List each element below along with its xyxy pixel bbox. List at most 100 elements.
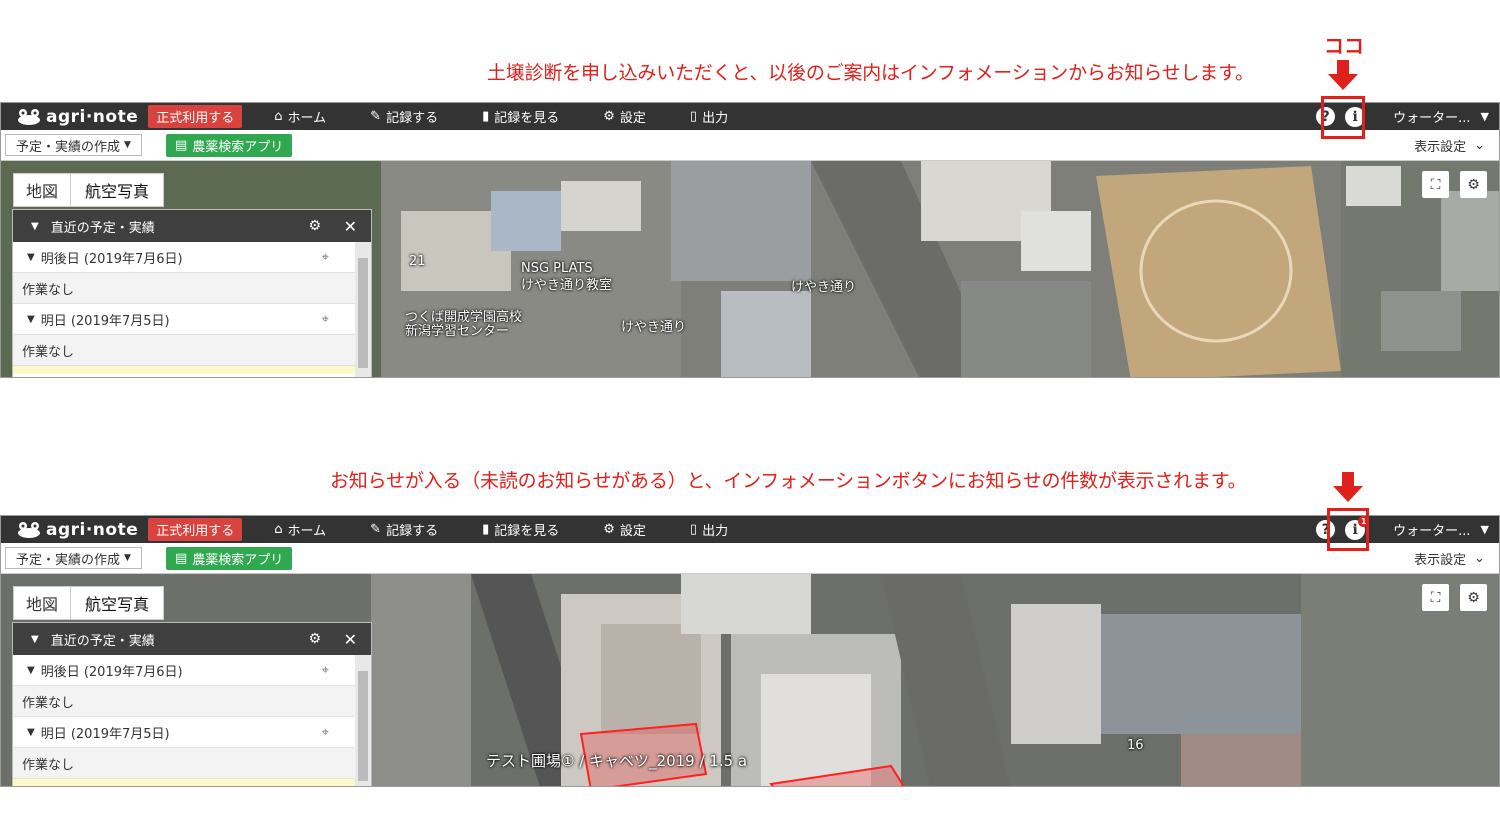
scrollbar[interactable]	[355, 655, 371, 786]
sub-toolbar: 予定・実績の作成 ▼ ▤ 農薬検索アプリ 表示設定 ⌄	[1, 543, 1499, 574]
recent-plans-panel: ▼ 直近の予定・実績 ⚙ ✕ ▼ 明後日 (2019年7月6日) ⌖ 作業なし ▼ 明…	[12, 622, 372, 786]
map-label: けやき通り	[621, 320, 687, 335]
upgrade-badge[interactable]: 正式利用する	[148, 105, 243, 128]
nav-label: ホーム	[287, 524, 327, 539]
triangle-down-icon: ▼	[27, 664, 35, 676]
map-label: けやき通り	[791, 280, 857, 295]
scrollbar[interactable]	[355, 242, 371, 377]
tab-aerial[interactable]: 航空写真	[70, 174, 163, 206]
map-label: 16	[1127, 738, 1144, 753]
triangle-down-icon: ▼	[27, 726, 35, 738]
nav-label: 出力	[702, 524, 729, 539]
nav-view-records[interactable]: ▮ 記録を見る	[482, 520, 559, 539]
gear-icon[interactable]: ⚙	[1460, 584, 1487, 611]
nav-output[interactable]: ▯ 出力	[690, 520, 728, 539]
chevron-down-icon: ⌄	[1474, 550, 1485, 566]
tab-map[interactable]: 地図	[14, 174, 70, 206]
user-menu[interactable]: ウォーター... ▼	[1393, 107, 1489, 126]
day-row[interactable]: ▼ 明後日 (2019年7月6日) ⌖	[13, 655, 355, 686]
gear-icon[interactable]: ⚙	[1460, 171, 1487, 198]
upgrade-badge[interactable]: 正式利用する	[148, 518, 243, 541]
main-nav: ⌂ ホーム ✎ 記録する ▮ 記録を見る ⚙ 設定 ▯ 出力	[274, 107, 772, 126]
chevron-down-icon: ⌄	[1474, 137, 1485, 153]
pencil-icon: ✎	[370, 522, 382, 537]
triangle-down-icon[interactable]: ▼	[31, 221, 39, 232]
map-pin-icon[interactable]: ⌖	[322, 312, 329, 327]
nav-settings[interactable]: ⚙ 設定	[603, 107, 646, 126]
caret-down-icon: ▼	[1480, 523, 1489, 536]
day-label: 明日 (2019年7月5日)	[40, 313, 170, 329]
top-nav-bar: agri·note 正式利用する ⌂ ホーム ✎ 記録する ▮ 記録を見る ⚙ 設定 ▯…	[1, 103, 1499, 130]
logo-text: agri·note	[46, 519, 139, 540]
day-label: 明日 (2019年7月5日)	[40, 726, 170, 742]
no-task-row: 作業なし	[13, 686, 355, 717]
highlight-box	[1321, 96, 1365, 139]
scrollbar-thumb[interactable]	[358, 258, 368, 368]
pesticide-button-label: 農薬検索アプリ	[192, 552, 284, 568]
day-label: 明後日 (2019年7月6日)	[40, 664, 183, 680]
field-label[interactable]: テスト圃場① / キャベツ_2019 / 1.5 a	[486, 750, 747, 771]
pesticide-button-label: 農薬検索アプリ	[192, 139, 284, 155]
arrow-down-icon	[1333, 472, 1363, 502]
tab-map[interactable]: 地図	[14, 587, 70, 619]
display-setting-dropdown[interactable]: 表示設定 ⌄	[1414, 136, 1485, 155]
day-row[interactable]: ▼ 明後日 (2019年7月6日) ⌖	[13, 242, 355, 273]
user-name: ウォーター...	[1393, 111, 1471, 126]
nav-home[interactable]: ⌂ ホーム	[274, 107, 326, 126]
triangle-down-icon[interactable]: ▼	[31, 634, 39, 645]
nav-record[interactable]: ✎ 記録する	[370, 520, 438, 539]
aerial-map[interactable]: テスト圃場① / キャベツ_2019 / 1.5 a 16 地図 航空写真 ⛶ …	[1, 574, 1499, 786]
highlight-box	[1327, 508, 1369, 551]
app-logo[interactable]: agri·note	[17, 107, 138, 127]
book-icon: ▮	[482, 109, 490, 124]
caption-bottom: お知らせが入る（未読のお知らせがある）と、インフォメーションボタンにお知らせの件…	[330, 470, 1247, 492]
triangle-down-icon: ▼	[27, 251, 35, 263]
recent-plans-title: 直近の予定・実績	[50, 220, 155, 236]
plan-create-dropdown[interactable]: 予定・実績の作成 ▼	[5, 547, 142, 569]
map-type-tabs: 地図 航空写真	[13, 173, 165, 207]
pesticide-search-button[interactable]: ▤ 農薬検索アプリ	[165, 546, 293, 570]
logo-text: agri·note	[46, 106, 139, 127]
nav-view-records[interactable]: ▮ 記録を見る	[482, 107, 559, 126]
nav-settings[interactable]: ⚙ 設定	[603, 520, 646, 539]
main-nav: ⌂ ホーム ✎ 記録する ▮ 記録を見る ⚙ 設定 ▯ 出力	[274, 520, 772, 539]
gear-icon[interactable]: ⚙	[308, 218, 321, 234]
close-icon[interactable]: ✕	[344, 217, 357, 236]
map-label: 21	[409, 254, 426, 269]
user-menu[interactable]: ウォーター... ▼	[1393, 520, 1489, 539]
map-pin-icon[interactable]: ⌖	[322, 663, 329, 678]
day-row[interactable]: ▼ 明日 (2019年7月5日) ⌖	[13, 304, 355, 335]
display-setting-dropdown[interactable]: 表示設定 ⌄	[1414, 549, 1485, 568]
map-pin-icon[interactable]: ⌖	[322, 250, 329, 265]
book-icon: ▤	[174, 137, 188, 153]
fullscreen-icon[interactable]: ⛶	[1422, 171, 1449, 198]
highlight-row	[13, 779, 355, 786]
nav-label: 設定	[619, 524, 646, 539]
scrollbar-thumb[interactable]	[358, 671, 368, 781]
nav-record[interactable]: ✎ 記録する	[370, 107, 438, 126]
highlight-row	[13, 366, 355, 374]
nav-label: ホーム	[287, 111, 327, 126]
recent-plans-header: ▼ 直近の予定・実績 ⚙ ✕	[13, 210, 371, 242]
nav-home[interactable]: ⌂ ホーム	[274, 520, 326, 539]
nav-label: 設定	[619, 111, 646, 126]
nav-output[interactable]: ▯ 出力	[690, 107, 728, 126]
caption-top: 土壌診断を申し込みいただくと、以後のご案内はインフォメーションからお知らせします…	[487, 62, 1254, 84]
home-icon: ⌂	[274, 522, 283, 537]
plan-button-label: 予定・実績の作成	[16, 552, 121, 568]
tab-aerial[interactable]: 航空写真	[70, 587, 163, 619]
gear-icon[interactable]: ⚙	[308, 631, 321, 647]
close-icon[interactable]: ✕	[344, 630, 357, 649]
sub-toolbar: 予定・実績の作成 ▼ ▤ 農薬検索アプリ 表示設定 ⌄	[1, 130, 1499, 161]
pesticide-search-button[interactable]: ▤ 農薬検索アプリ	[165, 133, 293, 157]
aerial-map[interactable]: 21 NSG PLATS けやき通り教室 つくば開成学園高校 新潟学習センター …	[1, 161, 1499, 377]
map-pin-icon[interactable]: ⌖	[322, 725, 329, 740]
no-task-row: 作業なし	[13, 748, 355, 779]
day-row[interactable]: ▼ 明日 (2019年7月5日) ⌖	[13, 717, 355, 748]
app-logo[interactable]: agri·note	[17, 520, 138, 540]
plan-create-dropdown[interactable]: 予定・実績の作成 ▼	[5, 134, 142, 156]
book-icon: ▤	[174, 550, 188, 566]
caret-down-icon: ▼	[1480, 110, 1489, 123]
display-setting-label: 表示設定	[1414, 139, 1467, 155]
fullscreen-icon[interactable]: ⛶	[1422, 584, 1449, 611]
